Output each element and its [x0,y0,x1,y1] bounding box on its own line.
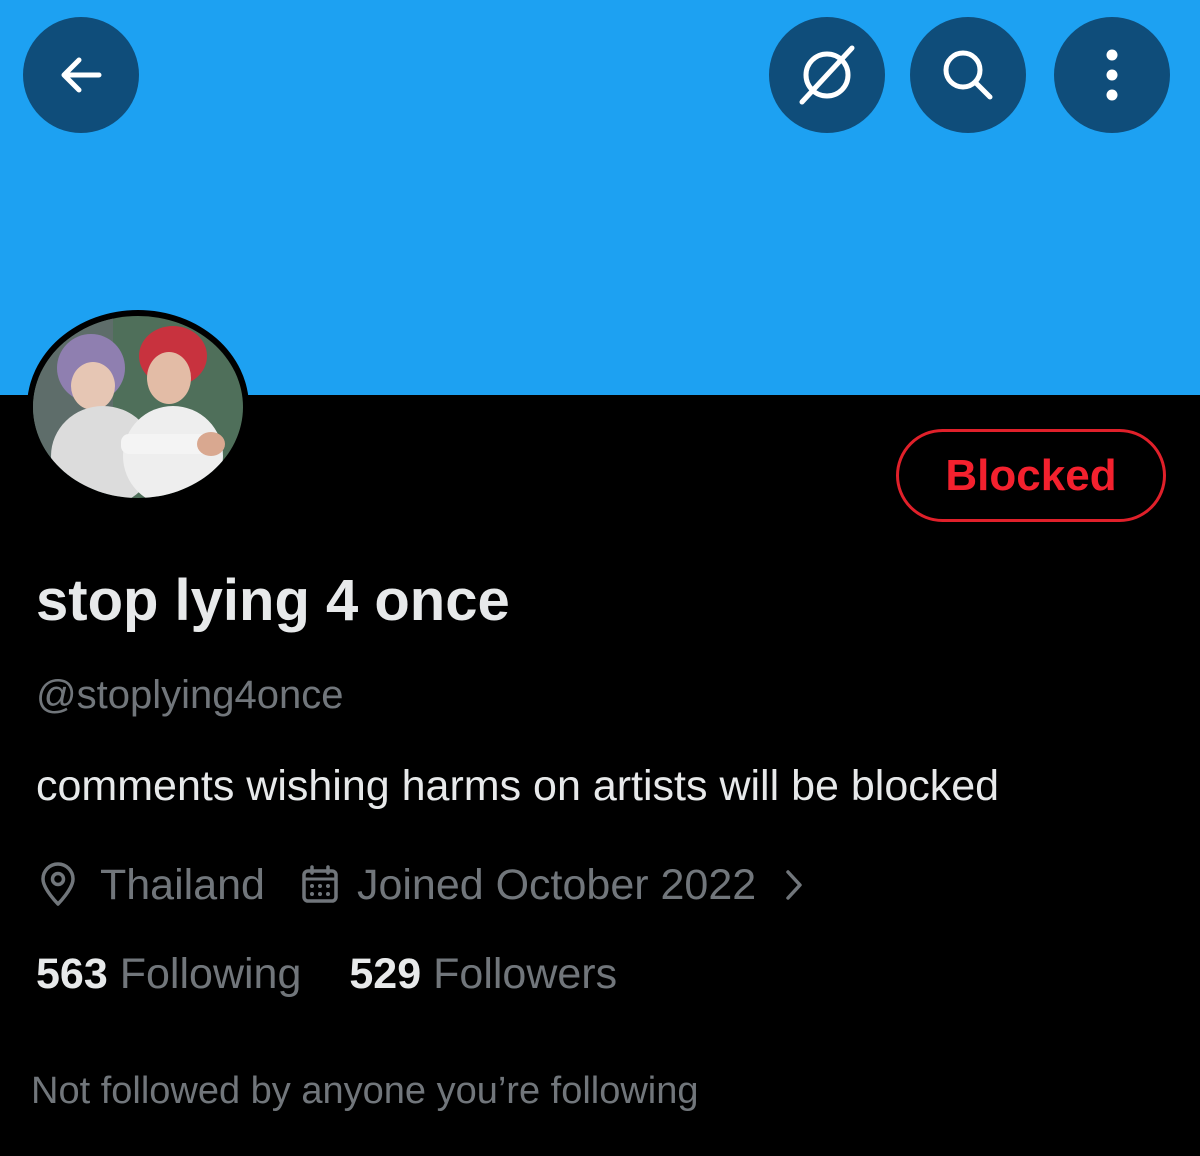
mutual-followers-note: Not followed by anyone you’re following [31,1070,699,1112]
slash-circle-icon [799,45,855,105]
chevron-right-icon[interactable] [784,868,804,902]
following-link[interactable]: 563 Following [36,950,301,999]
location-text: Thailand [100,860,265,909]
followers-link[interactable]: 529 Followers [349,950,617,999]
search-icon [943,50,993,100]
follow-stats: 563 Following 529 Followers [36,950,617,999]
profile-avatar[interactable] [27,310,249,504]
display-name: stop lying 4 once [36,568,510,633]
calendar-icon [301,865,339,905]
search-button[interactable] [910,17,1026,133]
location-icon [38,862,78,908]
arrow-left-icon [61,57,102,93]
following-label: Following [119,950,302,998]
blocked-label: Blocked [945,450,1117,500]
more-options-button[interactable] [1054,17,1170,133]
user-handle: @stoplying4once [36,673,344,717]
profile-bio: comments wishing harms on artists will b… [36,762,1000,810]
followers-count: 529 [349,950,422,998]
hide-button[interactable] [769,17,885,133]
following-count: 563 [36,950,108,998]
profile-meta: Thailand Joined October 2022 [38,855,804,915]
followers-label: Followers [433,950,618,998]
avatar-image [33,316,243,498]
more-vertical-icon [1106,49,1118,101]
joined-date: Joined October 2022 [356,860,757,909]
blocked-button[interactable]: Blocked [896,429,1166,522]
back-button[interactable] [23,17,139,133]
